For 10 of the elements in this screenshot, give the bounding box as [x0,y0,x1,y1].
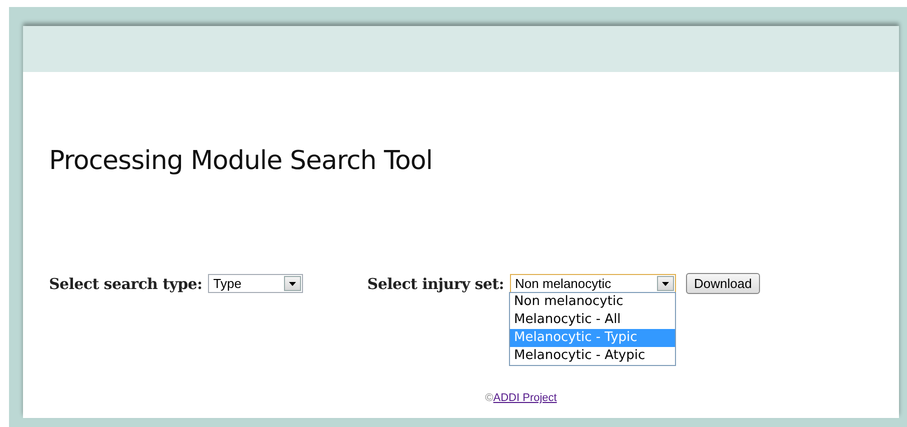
caret-icon [662,282,670,286]
search-type-select[interactable]: Type [208,274,304,293]
download-button[interactable]: Download [686,273,760,294]
injury-set-select[interactable]: Non melanocytic [510,274,676,293]
copyright-sign: © [485,392,494,404]
page-title: Processing Module Search Tool [49,146,434,176]
field-label: Select search type: [49,274,202,292]
field-label: Select injury set: [367,274,504,292]
caret-icon [289,282,296,286]
project-link[interactable]: ADDI Project [493,392,557,404]
